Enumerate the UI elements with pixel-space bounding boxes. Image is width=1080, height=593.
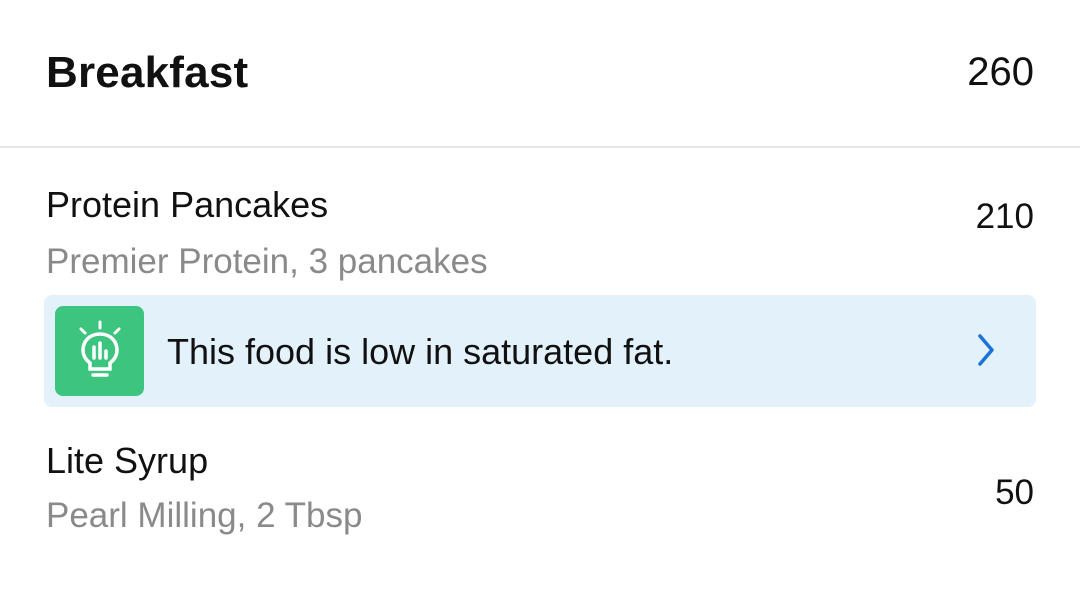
nutrition-tip-banner[interactable]: This food is low in saturated fat. (44, 295, 1036, 407)
food-name: Lite Syrup (46, 440, 209, 481)
tip-text: This food is low in saturated fat. (167, 331, 674, 372)
food-calories: 210 (975, 197, 1034, 236)
food-item-protein-pancakes[interactable]: Protein Pancakes Premier Protein, 3 panc… (0, 148, 1080, 295)
meal-header: Breakfast 260 (0, 0, 1080, 148)
food-name: Protein Pancakes (46, 184, 329, 225)
chevron-right-icon[interactable] (976, 333, 996, 372)
food-item-lite-syrup[interactable]: Lite Syrup Pearl Milling, 2 Tbsp 50 (0, 407, 1080, 557)
meal-title: Breakfast (46, 48, 249, 97)
tip-icon-badge (55, 306, 144, 396)
food-calories: 50 (995, 473, 1034, 512)
food-detail: Premier Protein, 3 pancakes (46, 242, 488, 281)
meal-total-calories: 260 (967, 50, 1034, 94)
food-detail: Pearl Milling, 2 Tbsp (46, 496, 363, 535)
lightbulb-chart-icon (79, 320, 121, 377)
